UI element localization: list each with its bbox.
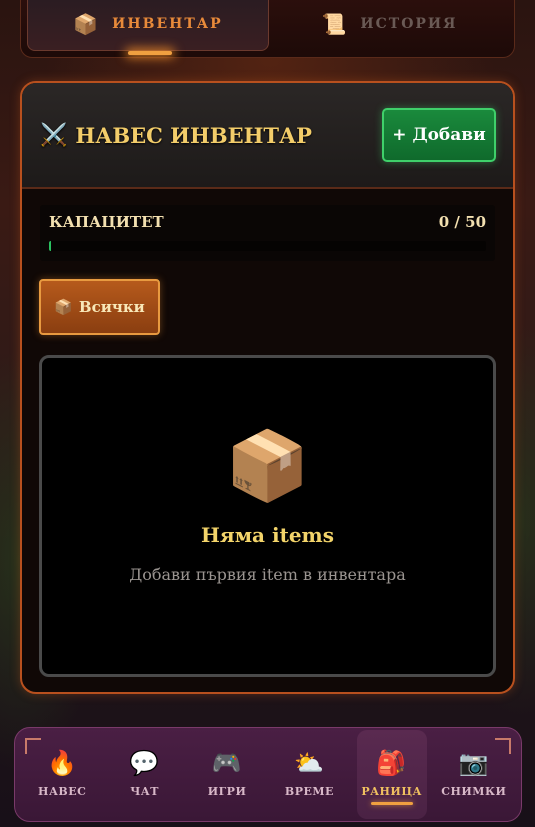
backpack-icon: 🎒	[376, 748, 407, 777]
tab-inventory[interactable]: 📦 ИНВЕНТАР	[27, 0, 269, 55]
capacity-bar	[49, 241, 486, 251]
empty-state-title: Няма items	[201, 523, 334, 547]
nav-item-label: ИГРИ	[207, 785, 247, 798]
campfire-icon: 🔥	[47, 748, 78, 777]
camera-icon: 📷	[458, 748, 490, 777]
nav-item-backpack[interactable]: 🎒 РАНИЦА	[356, 730, 427, 819]
crossed-swords-icon: ⚔️	[40, 122, 68, 148]
nav-item-label: ЧАТ	[130, 785, 159, 798]
panel-title: ⚔️ НАВЕС ИНВЕНТАР	[40, 122, 312, 148]
nav-item-games[interactable]: 🎮 ИГРИ	[186, 728, 268, 821]
inventory-panel: ⚔️ НАВЕС ИНВЕНТАР + Добави КАПАЦИТЕТ 0 /…	[20, 81, 515, 694]
filter-all-label: Всички	[78, 298, 145, 316]
filter-all-button[interactable]: 📦 Всички	[39, 279, 160, 335]
panel-header: ⚔️ НАВЕС ИНВЕНТАР + Добави	[22, 83, 513, 189]
corner-ornament	[25, 738, 41, 754]
weather-icon: ⛅	[294, 748, 325, 777]
nav-item-label: ВРЕМЕ	[284, 785, 334, 798]
tab-history-label: ИСТОРИЯ	[360, 16, 458, 32]
capacity-bar-fill	[49, 241, 51, 251]
gamepad-icon: 🎮	[211, 748, 243, 777]
scroll-icon: 📜	[321, 12, 349, 36]
corner-ornament	[495, 738, 511, 754]
capacity-value: 0 / 50	[438, 213, 486, 231]
nav-item-label: СНИМКИ	[441, 785, 507, 798]
bottom-nav: 🔥 НАВЕС 💬 ЧАТ 🎮 ИГРИ ⛅ ВРЕМЕ 🎒 РАНИЦА 📷 …	[14, 727, 522, 822]
nav-item-weather[interactable]: ⛅ ВРЕМЕ	[268, 728, 350, 821]
package-icon: 📦	[225, 427, 310, 506]
nav-item-chat[interactable]: 💬 ЧАТ	[103, 728, 185, 821]
add-item-button[interactable]: + Добави	[382, 108, 496, 162]
box-icon: 📦	[54, 298, 73, 316]
nav-item-label: НАВЕС	[38, 785, 87, 798]
top-tab-bar: 📦 ИНВЕНТАР 📜 ИСТОРИЯ	[20, 0, 515, 58]
capacity-meter: КАПАЦИТЕТ 0 / 50	[40, 205, 495, 261]
chat-icon: 💬	[129, 748, 160, 777]
nav-item-label: РАНИЦА	[361, 785, 422, 798]
panel-title-text: НАВЕС ИНВЕНТАР	[75, 122, 312, 148]
tab-history[interactable]: 📜 ИСТОРИЯ	[269, 0, 510, 51]
capacity-label: КАПАЦИТЕТ	[49, 213, 164, 231]
empty-state: 📦 Няма items Добави първия item в инвент…	[39, 355, 496, 677]
tab-inventory-label: ИНВЕНТАР	[112, 16, 223, 32]
box-icon: 📦	[73, 12, 101, 36]
empty-state-subtitle: Добави първия item в инвентара	[129, 565, 406, 584]
